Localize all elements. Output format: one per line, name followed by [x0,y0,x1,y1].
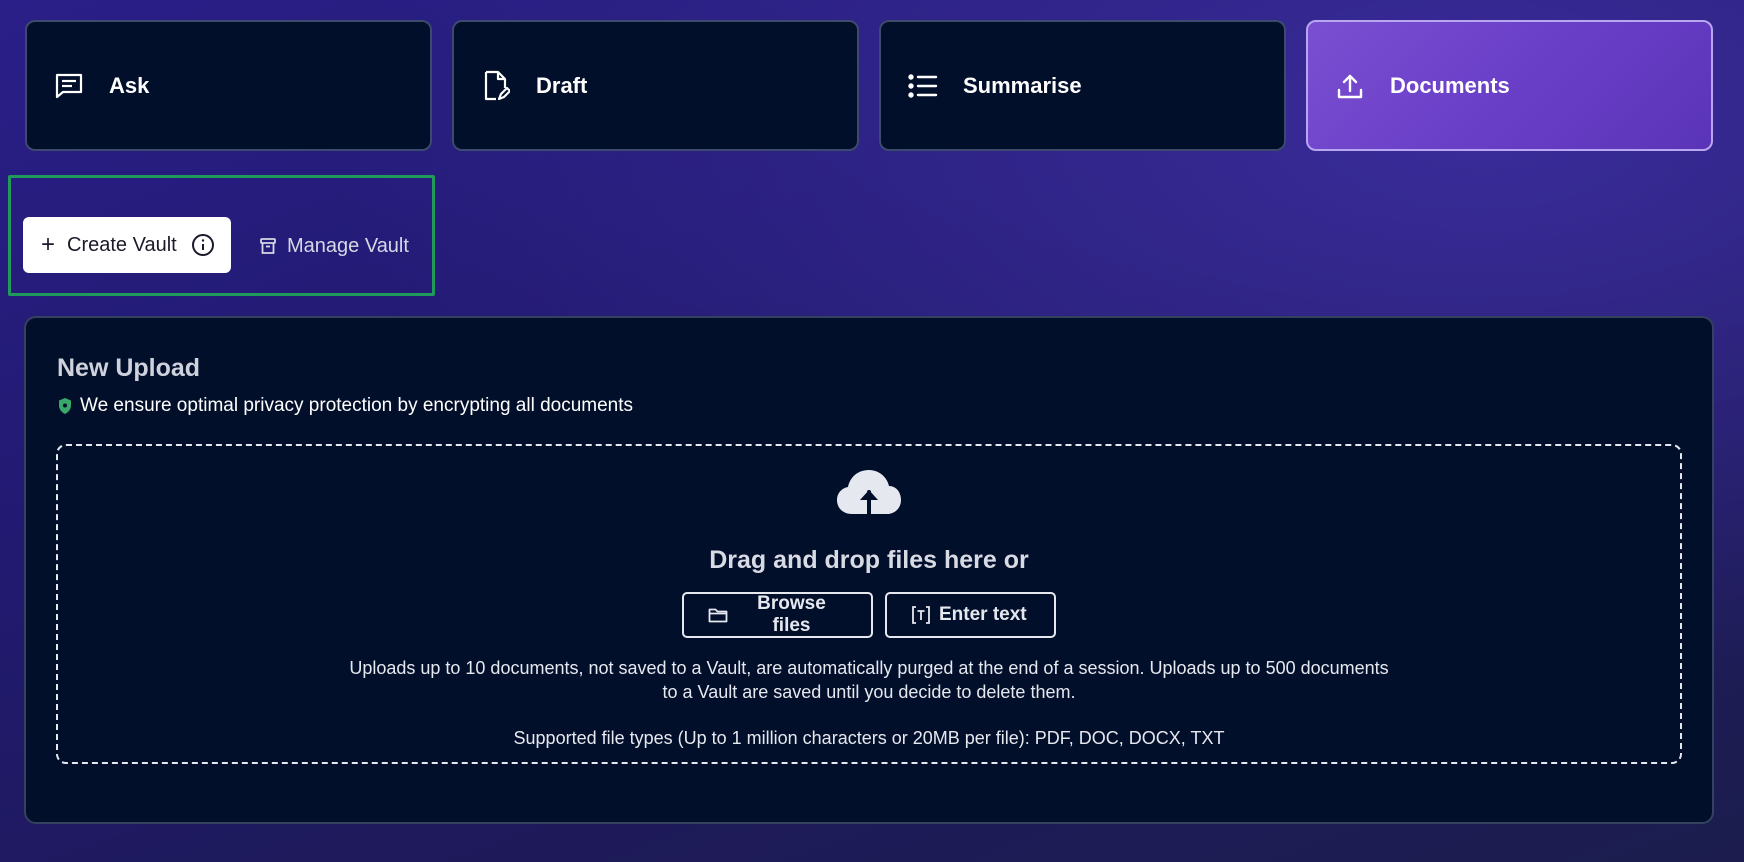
tab-documents[interactable]: Documents [1306,20,1713,151]
plus-icon: + [41,231,56,258]
chat-icon [53,70,85,102]
file-dropzone[interactable]: Drag and drop files here or Browse files [56,444,1682,764]
mode-tabs: Ask Draft Summarise Documents [25,20,1713,151]
text-box-icon [911,605,931,625]
upload-icon [1334,70,1366,102]
supported-file-types: Supported file types (Up to 1 million ch… [513,728,1225,748]
info-icon[interactable] [191,233,215,257]
enter-text-label: Enter text [939,604,1027,625]
privacy-text: We ensure optimal privacy protection by … [80,395,634,416]
tab-draft[interactable]: Draft [452,20,859,151]
tab-ask[interactable]: Ask [25,20,432,151]
folder-icon [708,606,728,624]
cloud-upload-icon [836,468,902,520]
drag-drop-text: Drag and drop files here or [709,546,1029,574]
create-vault-label: Create Vault [67,233,177,256]
upload-limits-note: Uploads up to 10 documents, not saved to… [58,656,1680,704]
tab-ask-label: Ask [109,72,150,98]
upload-limits-text: Uploads up to 10 documents, not saved to… [349,658,1389,702]
tab-summarise-label: Summarise [963,72,1082,98]
archive-icon [259,237,277,255]
create-vault-button[interactable]: + Create Vault [23,217,231,273]
tab-summarise[interactable]: Summarise [879,20,1286,151]
list-icon [907,70,939,102]
new-upload-panel: New Upload We ensure optimal privacy pro… [24,316,1714,824]
tab-documents-label: Documents [1390,72,1510,98]
browse-files-label: Browse files [757,593,826,636]
upload-actions: Browse files Enter text [58,592,1680,638]
draft-document-icon [480,70,512,102]
enter-text-button[interactable]: Enter text [885,592,1056,638]
tab-draft-label: Draft [536,72,588,98]
panel-title: New Upload [57,354,201,382]
shield-icon [58,398,72,414]
manage-vault-label: Manage Vault [287,234,409,257]
browse-files-button[interactable]: Browse files [682,592,873,638]
manage-vault-button[interactable]: Manage Vault [259,226,409,266]
privacy-note: We ensure optimal privacy protection by … [58,395,633,417]
